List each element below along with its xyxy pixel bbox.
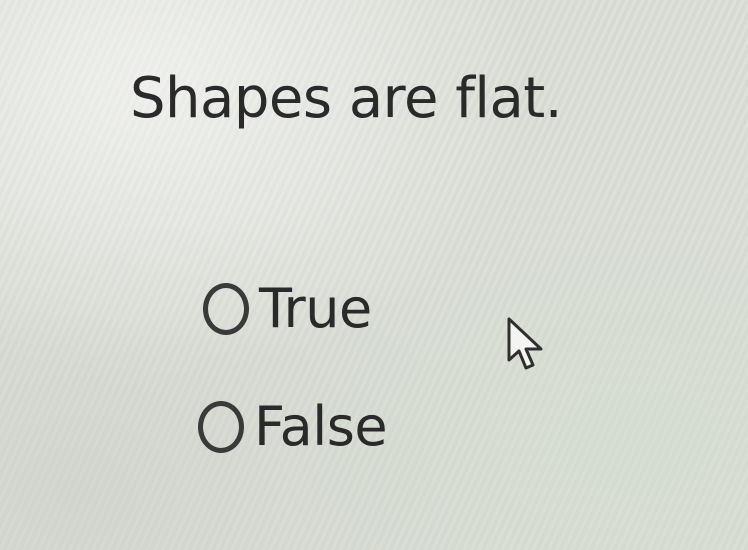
option-label-false[interactable]: False: [254, 400, 388, 454]
question-text: Shapes are flat.: [130, 66, 563, 131]
option-false[interactable]: False: [198, 400, 388, 454]
option-true[interactable]: True: [203, 282, 372, 336]
radio-button-true[interactable]: [203, 283, 249, 335]
radio-button-false[interactable]: [198, 401, 244, 453]
option-label-true[interactable]: True: [259, 282, 372, 336]
arrow-cursor-icon: [507, 317, 543, 370]
